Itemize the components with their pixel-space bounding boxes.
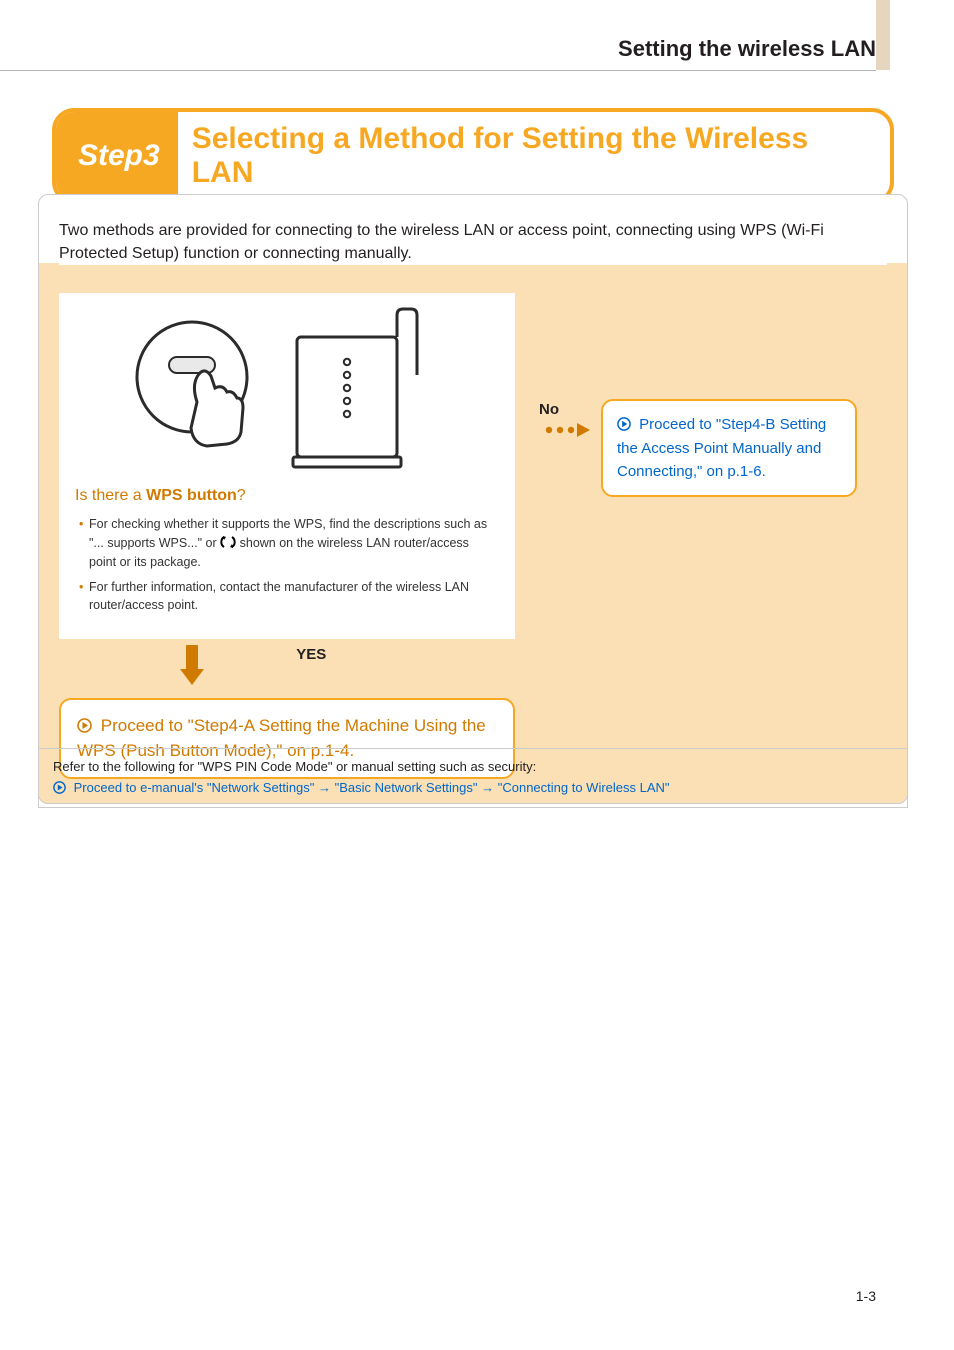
wps-question-bold: WPS button xyxy=(146,487,237,504)
no-branch: No Proceed to "Step4-B Setting the Acces… xyxy=(539,399,857,497)
wps-tips: For checking whether it supports the WPS… xyxy=(75,515,499,615)
wps-tip-1: For checking whether it supports the WPS… xyxy=(79,515,499,571)
proceed-bullet-icon xyxy=(77,718,92,733)
wps-question-box: Is there a WPS button? For checking whet… xyxy=(59,293,515,639)
no-proceed-box: Proceed to "Step4-B Setting the Access P… xyxy=(601,399,857,497)
footnote-link: Proceed to e-manual's "Network Settings"… xyxy=(53,780,893,795)
heading-rule xyxy=(0,70,876,71)
page-number: 1-3 xyxy=(856,1288,876,1304)
proceed-bullet-icon xyxy=(617,417,631,431)
right-dots-arrow-icon xyxy=(545,422,591,438)
intro-text: Two methods are provided for connecting … xyxy=(59,219,887,265)
wps-question: Is there a WPS button? xyxy=(75,487,499,505)
yes-branch: YES xyxy=(59,645,515,694)
step-title: Step3 Selecting a Method for Setting the… xyxy=(52,108,894,204)
content-card: Two methods are provided for connecting … xyxy=(38,194,908,804)
step-badge: Step3 xyxy=(56,112,178,200)
router-wps-illustration xyxy=(97,307,477,477)
wps-question-prefix: Is there a xyxy=(75,487,146,504)
footnote-lead: Refer to the following for "WPS PIN Code… xyxy=(53,759,893,774)
no-proceed-text: Proceed to "Step4-B Setting the Access P… xyxy=(617,416,826,480)
wps-tip-2: For further information, contact the man… xyxy=(79,578,499,616)
yes-label: YES xyxy=(296,646,326,663)
footnote-link-text: Proceed to e-manual's "Network Settings"… xyxy=(74,780,670,795)
side-tab xyxy=(876,0,890,70)
wps-question-suffix: ? xyxy=(237,487,246,504)
footnote-box: Refer to the following for "WPS PIN Code… xyxy=(38,748,908,808)
down-arrow-icon xyxy=(180,645,250,689)
decision-flow: Is there a WPS button? For checking whet… xyxy=(59,293,887,779)
proceed-bullet-icon xyxy=(53,781,66,794)
wps-arrows-icon xyxy=(220,534,236,550)
section-heading: Setting the wireless LAN xyxy=(618,36,876,62)
no-label: No xyxy=(539,401,559,418)
step-title-text: Selecting a Method for Setting the Wirel… xyxy=(178,112,890,200)
